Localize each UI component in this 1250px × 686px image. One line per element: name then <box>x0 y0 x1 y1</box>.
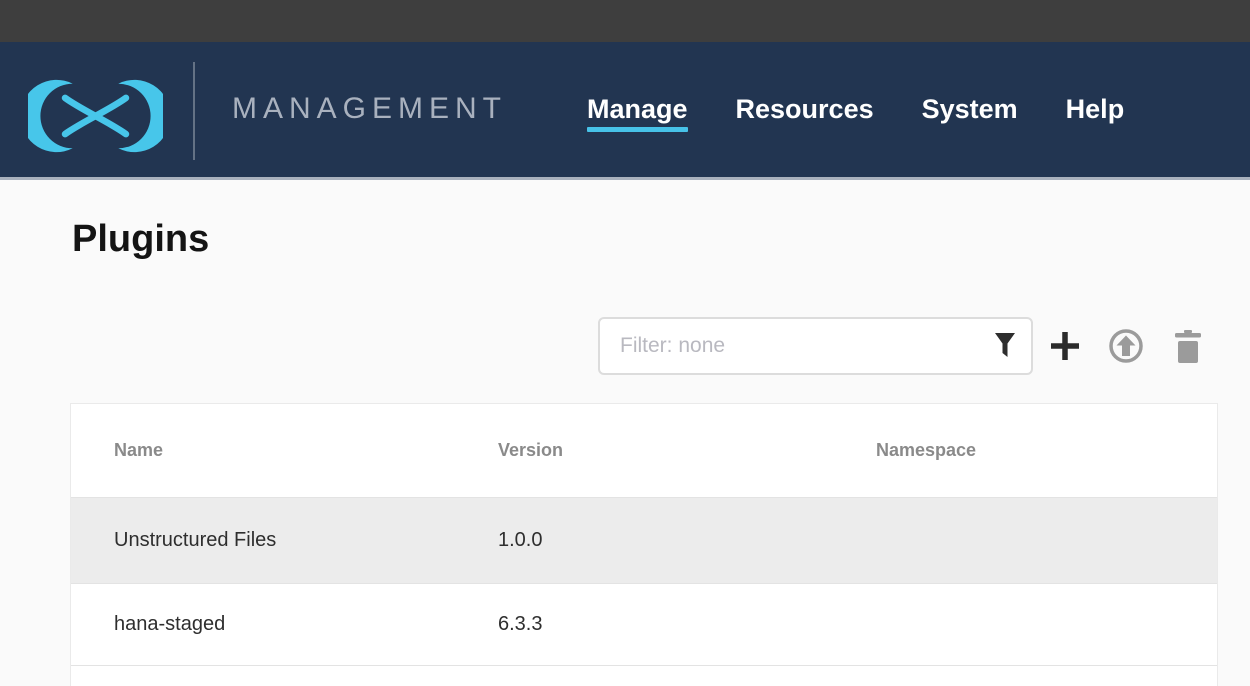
nav-help-label: Help <box>1066 94 1125 124</box>
nav-resources-label: Resources <box>736 94 874 124</box>
cell-version: 6.3.3 <box>498 613 876 636</box>
trash-icon <box>1175 330 1201 363</box>
logo-right-crescent <box>118 80 163 152</box>
logo-left-crescent <box>28 80 73 152</box>
column-header-name[interactable]: Name <box>71 440 498 461</box>
cell-version: 1.0.0 <box>498 529 876 552</box>
app-header: MANAGEMENT Manage Resources System Help <box>0 42 1250 180</box>
cell-name: Unstructured Files <box>71 529 498 552</box>
table-row-unstructured-files[interactable]: Unstructured Files 1.0.0 <box>71 498 1217 584</box>
toolbar <box>598 317 1201 375</box>
table-row-hana-staged[interactable]: hana-staged 6.3.3 <box>71 584 1217 666</box>
browser-top-strip <box>0 0 1250 42</box>
column-header-version[interactable]: Version <box>498 440 876 461</box>
nav-resources[interactable]: Resources <box>736 94 874 125</box>
table-header-row: Name Version Namespace <box>71 404 1217 498</box>
add-plugin-button[interactable] <box>1048 329 1082 363</box>
filter-input[interactable] <box>598 317 1033 375</box>
column-header-namespace[interactable]: Namespace <box>876 440 1217 461</box>
delete-plugin-button[interactable] <box>1175 330 1201 363</box>
upload-plugin-button[interactable] <box>1108 328 1144 364</box>
header-divider <box>193 62 195 160</box>
cell-name: hana-staged <box>71 613 498 636</box>
delphix-logo-icon[interactable] <box>28 78 163 154</box>
nav-manage[interactable]: Manage <box>587 94 688 125</box>
page-title: Plugins <box>72 218 209 261</box>
nav-system[interactable]: System <box>922 94 1018 125</box>
plus-icon <box>1048 329 1082 363</box>
brand-title: MANAGEMENT <box>232 92 507 126</box>
nav-system-label: System <box>922 94 1018 124</box>
plugins-table: Name Version Namespace Unstructured File… <box>70 403 1218 686</box>
filter-box <box>598 317 1033 375</box>
app-window: MANAGEMENT Manage Resources System Help … <box>0 0 1250 686</box>
main-nav: Manage Resources System Help <box>587 94 1124 125</box>
nav-help[interactable]: Help <box>1066 94 1125 125</box>
nav-manage-label: Manage <box>587 94 688 124</box>
upload-icon <box>1108 328 1144 364</box>
filter-funnel-icon[interactable] <box>994 333 1016 359</box>
